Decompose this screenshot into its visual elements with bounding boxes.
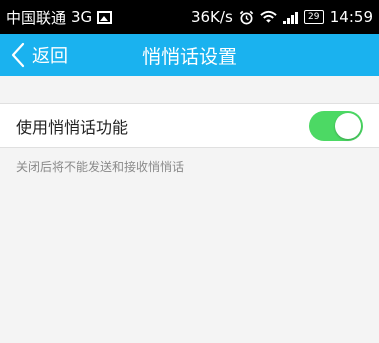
network-speed: 36K/s (190, 8, 233, 26)
status-time: 14:59 (329, 8, 373, 26)
alarm-icon (239, 10, 253, 24)
network-type: 3G (71, 8, 93, 26)
setting-row-whisper: 使用悄悄话功能 (0, 103, 379, 148)
status-bar: 中国联通 3G 36K/s 29 14:59 (0, 0, 379, 34)
status-left: 中国联通 3G (6, 7, 113, 28)
battery-icon: 29 (303, 10, 324, 24)
page-title: 悄悄话设置 (141, 45, 237, 68)
carrier-name: 中国联通 (6, 8, 67, 27)
signal-icon (282, 11, 298, 24)
nav-bar: 返回 悄悄话设置 (0, 34, 379, 76)
whisper-toggle[interactable] (309, 110, 363, 141)
toggle-knob (335, 112, 361, 139)
battery-level: 29 (308, 11, 320, 22)
hint-text: 关闭后将不能发送和接收悄悄话 (16, 160, 185, 174)
wifi-icon (260, 10, 277, 23)
whisper-setting-label: 使用悄悄话功能 (16, 117, 129, 137)
image-notification-icon (97, 10, 113, 24)
status-right: 36K/s 29 14:59 (191, 8, 373, 26)
screen: 中国联通 3G 36K/s 29 14:59 返回 悄悄话设置 使用悄悄话功能 … (0, 0, 379, 343)
